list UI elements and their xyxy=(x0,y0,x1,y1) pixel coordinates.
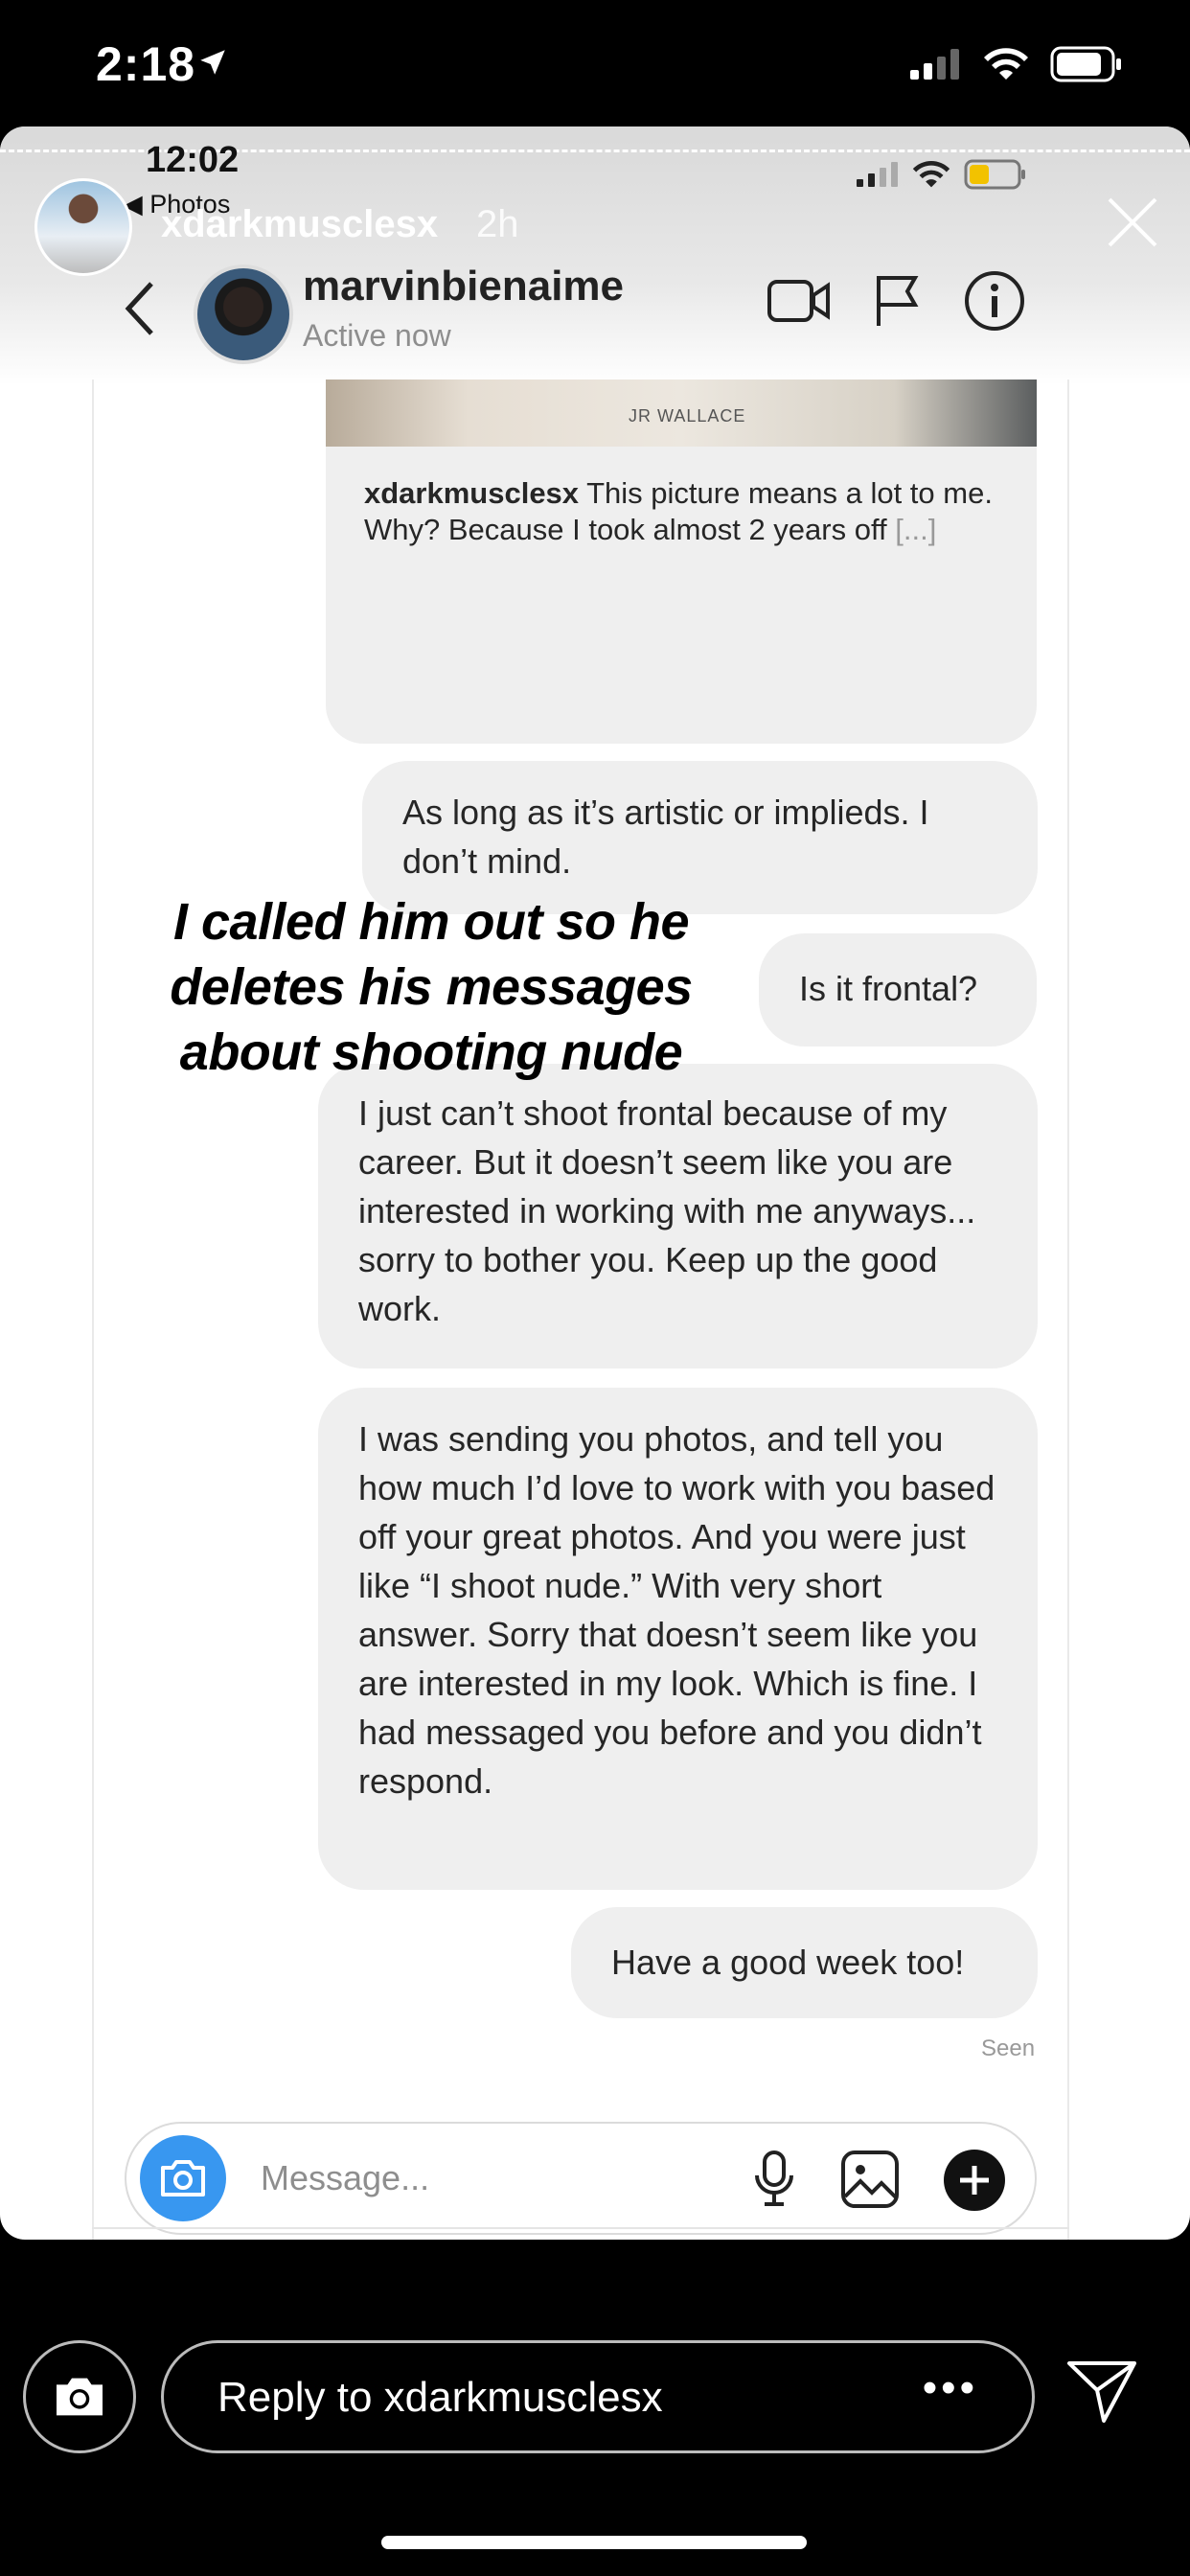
video-call-icon[interactable] xyxy=(767,276,832,326)
story-text-overlay: I called him out so he deletes his messa… xyxy=(170,893,693,1081)
post-more-link[interactable]: [...] xyxy=(895,513,936,546)
inner-status-icons xyxy=(857,159,1027,190)
story-user-avatar[interactable] xyxy=(34,178,132,276)
shared-post-caption: xdarkmusclesx This picture means a lot t… xyxy=(364,475,1006,548)
chat-contact-name[interactable]: marvinbienaime xyxy=(303,263,624,310)
gallery-icon[interactable] xyxy=(839,2149,901,2215)
story-username[interactable]: xdarkmusclesx xyxy=(161,203,438,246)
reply-placeholder[interactable]: Reply to xdarkmusclesx xyxy=(217,2374,663,2422)
microphone-icon[interactable] xyxy=(749,2149,799,2215)
flag-report-icon[interactable] xyxy=(874,274,922,328)
status-bar-time: 2:18 xyxy=(96,37,196,91)
message-bubble[interactable]: I was sending you photos, and tell you h… xyxy=(318,1388,1038,1890)
message-bubble[interactable]: Have a good week too! xyxy=(571,1907,1038,2018)
chat-contact-avatar[interactable] xyxy=(194,264,293,364)
post-watermark: JR WALLACE xyxy=(629,406,746,426)
message-bubble[interactable]: I just can’t shoot frontal because of my… xyxy=(318,1064,1038,1368)
post-author[interactable]: xdarkmusclesx xyxy=(364,476,579,510)
chat-left-border xyxy=(92,380,94,2240)
wifi-icon xyxy=(984,48,1028,80)
back-chevron-icon[interactable] xyxy=(123,280,157,342)
reply-input[interactable]: Reply to xdarkmusclesx ••• xyxy=(161,2340,1035,2453)
seen-receipt: Seen xyxy=(981,2036,1036,2061)
camera-button[interactable] xyxy=(140,2135,226,2221)
shared-post[interactable]: JR WALLACE xdarkmusclesx This picture me… xyxy=(326,380,1037,744)
camera-icon xyxy=(57,2378,103,2416)
story-camera-button[interactable] xyxy=(23,2340,136,2453)
message-bubble[interactable]: Is it frontal? xyxy=(759,933,1037,1046)
more-options-icon[interactable]: ••• xyxy=(923,2364,978,2412)
close-icon[interactable] xyxy=(1104,194,1161,256)
message-composer[interactable]: Message... xyxy=(125,2122,1037,2235)
inner-signal-icon xyxy=(857,162,898,187)
camera-icon xyxy=(161,2160,205,2196)
cellular-signal-icon xyxy=(910,49,959,80)
story-card[interactable]: 12:02 ◀ Photos xdarkmusclesx 2h marvinbi… xyxy=(0,126,1190,2240)
status-bar-icons xyxy=(910,46,1123,82)
inner-battery-icon xyxy=(964,159,1025,190)
home-indicator xyxy=(381,2536,807,2549)
location-arrow-icon xyxy=(196,46,229,83)
inner-wifi-icon xyxy=(912,161,950,188)
send-icon[interactable] xyxy=(1065,2358,1138,2429)
chat-contact-status: Active now xyxy=(303,318,451,353)
story-timestamp: 2h xyxy=(476,203,519,245)
inner-status-time: 12:02 xyxy=(146,140,240,180)
message-input[interactable]: Message... xyxy=(261,2158,429,2198)
add-content-icon[interactable] xyxy=(943,2149,1006,2217)
chat-right-border xyxy=(1067,380,1069,2240)
battery-icon xyxy=(1050,46,1121,82)
chat-bottom-divider xyxy=(92,2227,1069,2229)
info-icon[interactable] xyxy=(964,270,1025,332)
chat-header-actions xyxy=(767,270,1025,332)
